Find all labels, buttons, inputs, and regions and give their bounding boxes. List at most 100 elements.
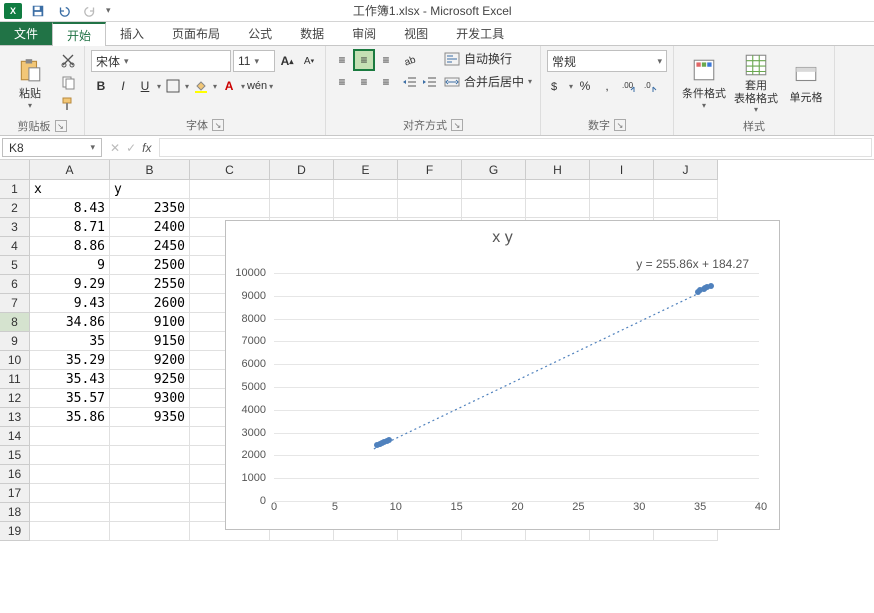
orientation-icon[interactable]: ab [400,50,420,70]
cell[interactable] [110,446,190,465]
comma-format-icon[interactable]: , [597,76,617,96]
cell[interactable] [30,446,110,465]
cell[interactable]: 35.57 [30,389,110,408]
cell[interactable]: 34.86 [30,313,110,332]
row-header[interactable]: 9 [0,332,30,351]
embedded-chart[interactable]: x y y = 255.86x + 184.27 010002000300040… [225,220,780,530]
row-header[interactable]: 18 [0,503,30,522]
cell[interactable]: 2400 [110,218,190,237]
cell[interactable] [526,180,590,199]
cell[interactable] [30,427,110,446]
cell[interactable] [462,180,526,199]
row-header[interactable]: 6 [0,275,30,294]
cell[interactable] [110,484,190,503]
font-name-combo[interactable]: 宋体▾ [91,50,231,72]
cell[interactable] [654,199,718,218]
cell[interactable]: x [30,180,110,199]
increase-font-icon[interactable]: A▴ [277,51,297,71]
col-header-C[interactable]: C [190,160,270,180]
cancel-formula-icon[interactable]: ✕ [110,141,120,155]
row-header[interactable]: 12 [0,389,30,408]
tab-formulas[interactable]: 公式 [234,22,286,45]
row-header[interactable]: 17 [0,484,30,503]
cell[interactable] [30,465,110,484]
number-format-combo[interactable]: 常规▾ [547,50,667,72]
align-center-icon[interactable]: ≡ [354,72,374,92]
cell[interactable] [398,180,462,199]
cell[interactable] [30,522,110,541]
decrease-font-icon[interactable]: A▾ [299,51,319,71]
cell[interactable] [526,199,590,218]
cell[interactable] [270,199,334,218]
cell[interactable] [110,427,190,446]
col-header-G[interactable]: G [462,160,526,180]
cell[interactable] [110,522,190,541]
cell[interactable] [190,180,270,199]
merge-center-button[interactable]: 合并后居中▾ [444,73,534,90]
cell[interactable]: 35 [30,332,110,351]
cell[interactable]: 9 [30,256,110,275]
cell[interactable] [462,199,526,218]
cell[interactable] [334,199,398,218]
cell[interactable]: 9.29 [30,275,110,294]
cell[interactable]: 9.43 [30,294,110,313]
tab-data[interactable]: 数据 [286,22,338,45]
select-all-corner[interactable] [0,160,30,180]
font-color-button[interactable]: A [219,76,239,96]
row-header[interactable]: 10 [0,351,30,370]
font-size-combo[interactable]: 11▾ [233,50,275,72]
wrap-text-button[interactable]: 自动换行 [444,50,534,67]
col-header-E[interactable]: E [334,160,398,180]
cut-icon[interactable] [58,50,78,70]
row-header[interactable]: 11 [0,370,30,389]
format-as-table-button[interactable]: 套用 表格格式▾ [732,50,780,116]
col-header-F[interactable]: F [398,160,462,180]
cell[interactable] [334,180,398,199]
increase-decimal-icon[interactable]: .00 [619,76,639,96]
tab-view[interactable]: 视图 [390,22,442,45]
col-header-I[interactable]: I [590,160,654,180]
accounting-format-icon[interactable]: $ [547,76,567,96]
cell[interactable]: 9100 [110,313,190,332]
tab-file[interactable]: 文件 [0,22,52,45]
redo-icon[interactable] [80,1,100,21]
fx-icon[interactable]: fx [142,141,151,155]
row-header[interactable]: 4 [0,237,30,256]
phonetic-button[interactable]: wén [247,76,267,96]
cell[interactable]: 2550 [110,275,190,294]
align-middle-icon[interactable]: ≡ [354,50,374,70]
col-header-D[interactable]: D [270,160,334,180]
cell[interactable]: 2350 [110,199,190,218]
underline-button[interactable]: U [135,76,155,96]
cell[interactable]: y [110,180,190,199]
row-header[interactable]: 14 [0,427,30,446]
cell[interactable]: 9200 [110,351,190,370]
row-header[interactable]: 2 [0,199,30,218]
cell[interactable]: 8.43 [30,199,110,218]
conditional-formatting-button[interactable]: 条件格式▾ [680,50,728,116]
row-header[interactable]: 5 [0,256,30,275]
col-header-B[interactable]: B [110,160,190,180]
cell[interactable] [110,465,190,484]
tab-developer[interactable]: 开发工具 [442,22,518,45]
cell[interactable] [590,199,654,218]
cell[interactable]: 2450 [110,237,190,256]
clipboard-launcher[interactable]: ↘ [55,120,67,132]
row-header[interactable]: 8 [0,313,30,332]
copy-icon[interactable] [58,72,78,92]
undo-icon[interactable] [54,1,74,21]
tab-home[interactable]: 开始 [52,22,106,46]
row-header[interactable]: 7 [0,294,30,313]
align-left-icon[interactable]: ≡ [332,72,352,92]
bold-button[interactable]: B [91,76,111,96]
alignment-launcher[interactable]: ↘ [451,119,463,131]
border-button[interactable] [163,76,183,96]
font-launcher[interactable]: ↘ [212,119,224,131]
cell[interactable]: 8.71 [30,218,110,237]
increase-indent-icon[interactable] [420,72,440,92]
cell[interactable]: 9350 [110,408,190,427]
row-header[interactable]: 3 [0,218,30,237]
cell[interactable]: 9300 [110,389,190,408]
italic-button[interactable]: I [113,76,133,96]
col-header-A[interactable]: A [30,160,110,180]
